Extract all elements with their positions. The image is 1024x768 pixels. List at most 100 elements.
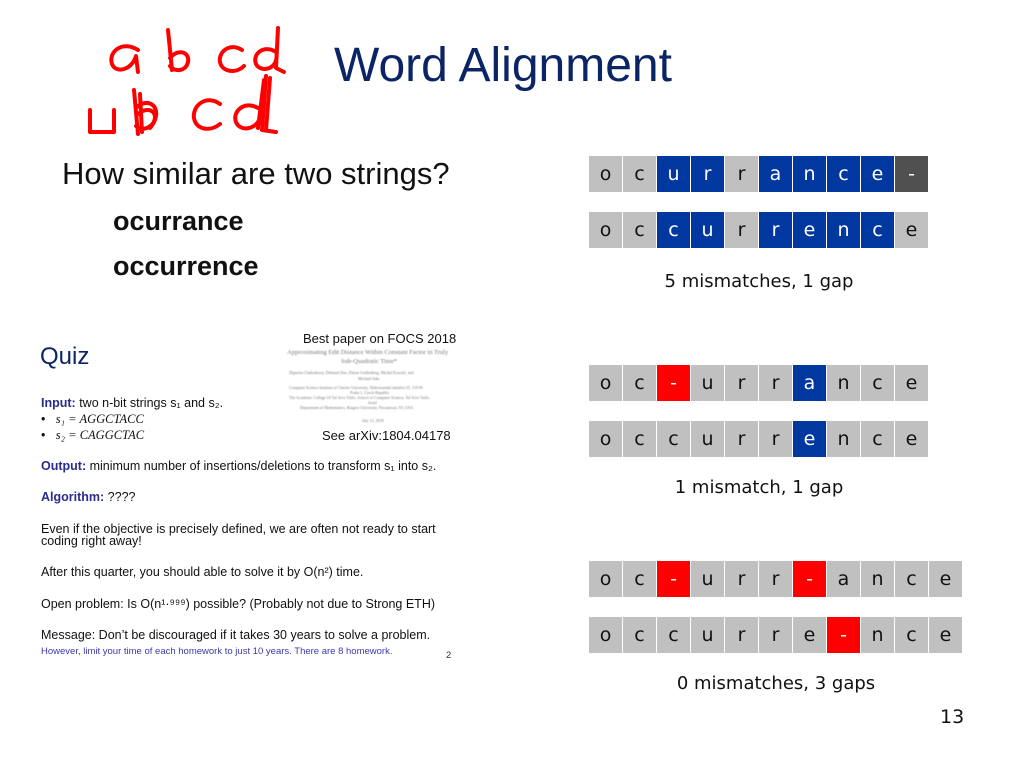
alignment-tile-match: u [691, 421, 724, 457]
alignment-tile-match: c [861, 421, 894, 457]
alignment-tile-mismatch: e [793, 212, 826, 248]
input-text: two n-bit strings s₁ and s₂. [75, 396, 224, 410]
alignment-tile-match: e [895, 365, 928, 401]
alignment-tile-match: r [759, 617, 792, 653]
alignment-tile-match: r [759, 365, 792, 401]
alignment-tile-match: c [895, 617, 928, 653]
alignment-tile-match: c [623, 212, 656, 248]
alignment-tile-match: c [623, 421, 656, 457]
alignment-3-caption: 0 mismatches, 3 gaps [676, 673, 876, 694]
page-number: 13 [940, 706, 965, 728]
algorithm-text: ???? [104, 490, 136, 504]
alignment-tile-mismatch: r [759, 212, 792, 248]
alignment-tile-match: u [691, 365, 724, 401]
alignment-tile-match: o [589, 212, 622, 248]
alignment-tile-endgap: - [895, 156, 928, 192]
paper-date: July 13, 2018 [362, 418, 384, 423]
paper-affiliation-3: Department of Mathematics, Rutgers Unive… [300, 405, 414, 410]
paper-authors-1: Diptarka Chakraborty, Debarati Das, Elaz… [289, 370, 414, 375]
alignment-tile-match: c [861, 365, 894, 401]
alignment-tile-mismatch: e [861, 156, 894, 192]
alignment-tile-mismatch: r [691, 156, 724, 192]
alignment-tile-match: o [589, 421, 622, 457]
word-occurrence: occurrence [113, 251, 259, 281]
paper-title-2: Sub-Quadratic Time* [341, 358, 398, 365]
alignment-tile-mismatch: u [691, 212, 724, 248]
quiz-paragraph-3: Open problem: Is O(n¹·⁹⁹⁹) possible? (Pr… [41, 597, 436, 611]
alignment-tile-mismatch: c [827, 156, 860, 192]
alignment-tile-match: c [657, 617, 690, 653]
word-ocurrance: ocurrance [113, 206, 244, 236]
alignment-tile-match: r [725, 561, 758, 597]
alignment-tile-mismatch: a [793, 365, 826, 401]
alignment-tile-match: c [895, 561, 928, 597]
alignment-tile-match: e [929, 617, 962, 653]
alignment-tile-match: u [691, 561, 724, 597]
quiz-paragraph-1b: coding right away! [41, 534, 142, 548]
alignment-tile-mismatch: c [861, 212, 894, 248]
alignment-tile-gap: - [657, 561, 690, 597]
alignment-tile-match: n [861, 561, 894, 597]
quiz-note: However, limit your time of each homewor… [41, 646, 393, 657]
alignment-1-top-row: ocurrance- [589, 156, 928, 192]
quiz-algorithm: Algorithm: ???? [41, 490, 135, 504]
question-text: How similar are two strings? [62, 156, 450, 191]
alignment-tile-gap: - [827, 617, 860, 653]
alignment-tile-mismatch: e [793, 421, 826, 457]
alignment-tile-match: r [759, 421, 792, 457]
alignment-tile-match: o [589, 365, 622, 401]
alignment-2-bottom-row: occurrence [589, 421, 928, 457]
alignment-tile-match: o [589, 561, 622, 597]
alignment-tile-match: e [895, 421, 928, 457]
alignment-tile-match: r [725, 212, 758, 248]
handwritten-annotation [88, 26, 286, 136]
alignment-tile-match: r [725, 421, 758, 457]
algorithm-label: Algorithm: [41, 490, 105, 504]
alignment-1-bottom-row: occurrence [589, 212, 928, 248]
alignment-tile-match: c [623, 156, 656, 192]
alignment-tile-match: e [895, 212, 928, 248]
alignment-tile-match: e [929, 561, 962, 597]
alignment-tile-mismatch: n [793, 156, 826, 192]
alignment-tile-gap: - [793, 561, 826, 597]
alignment-tile-match: c [623, 561, 656, 597]
paper-title-1: Approximating Edit Distance Within Const… [287, 349, 449, 356]
alignment-tile-match: r [725, 617, 758, 653]
quiz-input: Input: two n-bit strings s₁ and s₂. [41, 396, 223, 410]
alignment-tile-match: n [827, 421, 860, 457]
alignment-tile-match: n [827, 365, 860, 401]
slide-title: Word Alignment [334, 39, 672, 92]
alignment-2-top-row: oc-urrance [589, 365, 928, 401]
alignment-tile-match: c [657, 421, 690, 457]
paper-heading: Best paper on FOCS 2018 [303, 331, 457, 346]
output-label: Output: [41, 459, 87, 473]
alignment-1-caption: 5 mismatches, 1 gap [664, 271, 854, 292]
alignment-tile-match: r [759, 561, 792, 597]
alignment-tile-match: u [691, 617, 724, 653]
quiz-output: Output: minimum number of insertions/del… [41, 459, 436, 473]
alignment-2-caption: 1 mismatch, 1 gap [674, 477, 844, 498]
alignment-tile-match: e [793, 617, 826, 653]
alignment-3-bottom-row: occurre-nce [589, 617, 962, 653]
alignment-tile-match: o [589, 156, 622, 192]
paper-affiliation-2: The Academic College Of Tel Aviv-Yaffo, … [289, 395, 431, 400]
alignment-tile-match: r [725, 365, 758, 401]
alignment-3-top-row: oc-urr-ance [589, 561, 962, 597]
quiz-bullet-1: • s₁ = AGGCTACC [41, 412, 144, 426]
alignment-tile-match: c [623, 365, 656, 401]
alignment-tile-match: r [725, 156, 758, 192]
quiz-bullet-2: • s₂ = CAGGCTAC [41, 428, 145, 442]
alignment-tile-mismatch: n [827, 212, 860, 248]
quiz-title: Quiz [40, 343, 90, 370]
alignment-tile-gap: - [657, 365, 690, 401]
paper-authors-2: Michael Saks [358, 376, 380, 381]
quiz-paragraph-2: After this quarter, you should able to s… [41, 565, 364, 579]
alignment-tile-match: n [861, 617, 894, 653]
input-label: Input: [41, 396, 76, 410]
quiz-paragraph-4: Message: Don’t be discouraged if it take… [41, 628, 431, 642]
alignment-tile-match: c [623, 617, 656, 653]
alignment-tile-match: o [589, 617, 622, 653]
alignment-tile-mismatch: c [657, 212, 690, 248]
paper-reference: See arXiv:1804.04178 [322, 428, 451, 443]
output-text: minimum number of insertions/deletions t… [86, 459, 437, 473]
